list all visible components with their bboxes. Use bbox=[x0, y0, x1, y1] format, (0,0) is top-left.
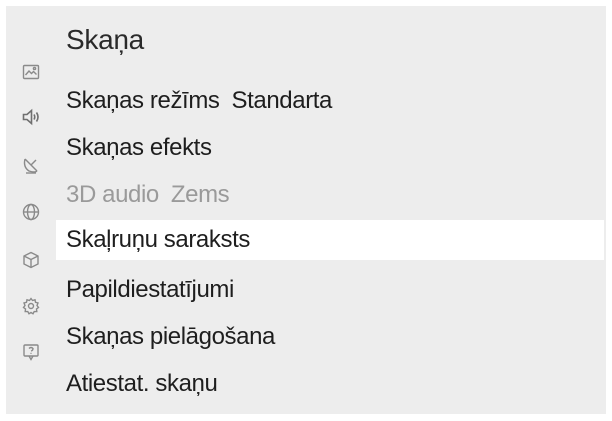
menu-item-sound-customization[interactable]: Skaņas pielāgošana bbox=[56, 317, 604, 357]
menu-item-label: Papildiestatījumi bbox=[66, 276, 234, 303]
menu-item-label: Skaļruņu saraksts bbox=[66, 226, 250, 253]
menu-item-label: 3D audio bbox=[66, 181, 159, 208]
menu-item-value: Zems bbox=[170, 181, 230, 208]
sound-menu-panel: Skaņa Skaņas režīms Standarta Skaņas efe… bbox=[6, 6, 606, 414]
menu-item-speaker-list[interactable]: Skaļruņu saraksts bbox=[56, 220, 604, 260]
menu-item-additional-settings[interactable]: Papildiestatījumi bbox=[56, 270, 604, 310]
menu-item-label: Skaņas pielāgošana bbox=[66, 323, 275, 350]
menu-item-label: Atiestat. skaņu bbox=[66, 370, 218, 397]
menu-item-3d-audio: 3D audio Zems bbox=[56, 175, 604, 215]
menu-item-value: Standarta bbox=[231, 87, 333, 114]
menu-item-label: Skaņas efekts bbox=[66, 134, 212, 161]
menu-item-sound-mode[interactable]: Skaņas režīms Standarta bbox=[56, 81, 604, 121]
menu-item-label: Skaņas režīms bbox=[66, 87, 220, 114]
menu-item-sound-effect[interactable]: Skaņas efekts bbox=[56, 128, 604, 168]
sound-menu-list: Skaņas režīms Standarta Skaņas efekts 3D… bbox=[6, 6, 606, 414]
menu-item-reset-sound[interactable]: Atiestat. skaņu bbox=[56, 364, 604, 404]
